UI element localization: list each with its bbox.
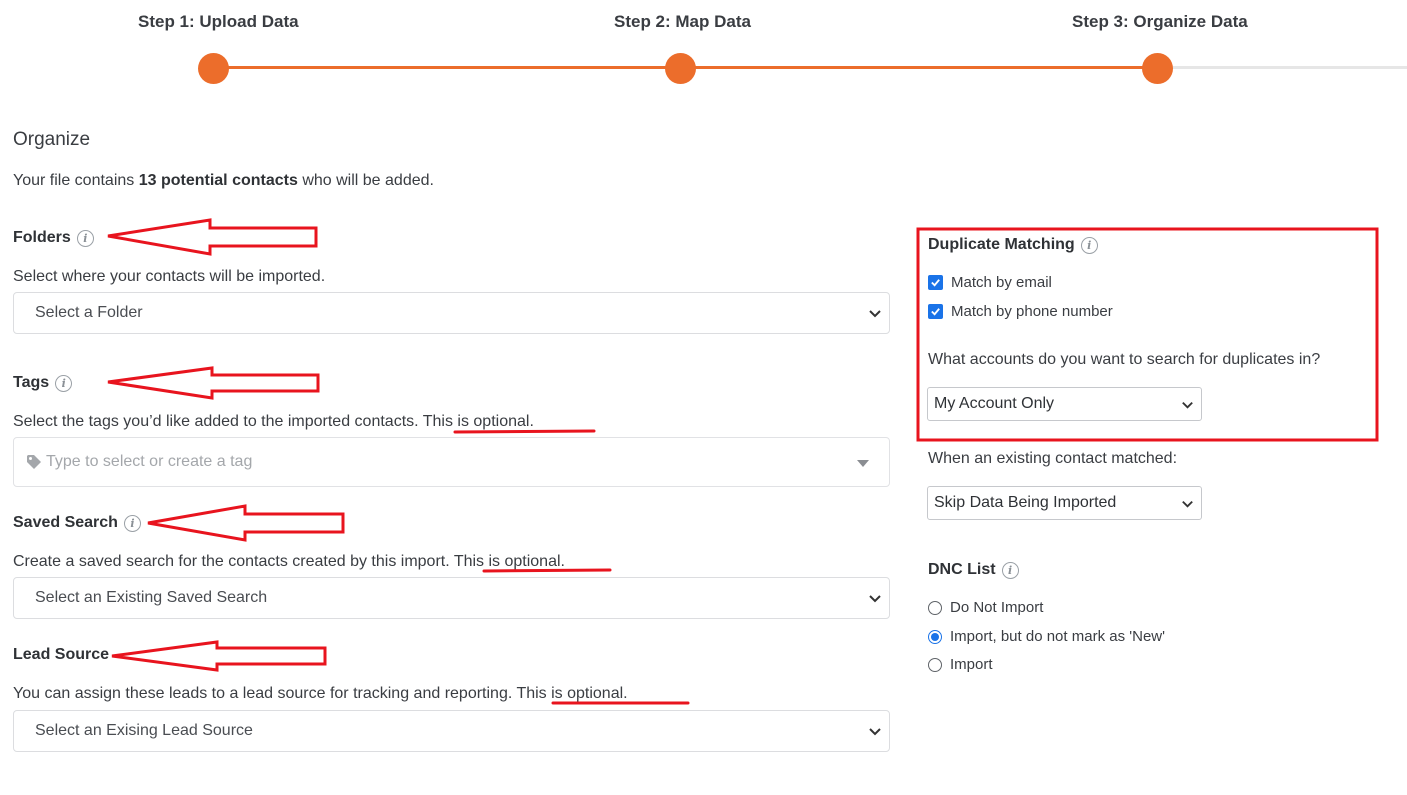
dnc-option-import-not-new[interactable]: Import, but do not mark as 'New' bbox=[928, 628, 1165, 645]
tag-icon bbox=[27, 455, 41, 469]
tags-description: Select the tags you’d like added to the … bbox=[13, 413, 534, 431]
chevron-down-icon bbox=[869, 728, 881, 736]
folder-select-value: Select a Folder bbox=[35, 304, 143, 321]
match-email-checkbox[interactable] bbox=[928, 275, 943, 290]
annotation-arrow-lead-source bbox=[111, 640, 327, 672]
saved-search-title-text: Saved Search bbox=[13, 514, 118, 531]
dnc-option-label: Import, but do not mark as 'New' bbox=[950, 628, 1165, 645]
match-email-option[interactable]: Match by email bbox=[928, 274, 1052, 291]
lead-source-title: Lead Source bbox=[13, 646, 109, 664]
step-2-dot[interactable] bbox=[665, 53, 696, 84]
checkmark-icon bbox=[931, 308, 940, 316]
match-phone-checkbox[interactable] bbox=[928, 304, 943, 319]
stepper-remaining-line bbox=[1158, 66, 1407, 69]
existing-contact-label: When an existing contact matched: bbox=[928, 450, 1178, 467]
chevron-down-icon bbox=[869, 310, 881, 318]
lead-source-optional-text: This is optional. bbox=[512, 685, 628, 702]
intro-suffix: who will be added. bbox=[297, 172, 434, 189]
dnc-radio-do-not-import[interactable] bbox=[928, 600, 942, 615]
dnc-list-title: DNC List i bbox=[928, 561, 1019, 579]
annotation-arrow-saved-search bbox=[147, 504, 345, 542]
existing-contact-select[interactable]: Skip Data Being Imported bbox=[927, 486, 1202, 520]
annotation-arrow-folders bbox=[107, 218, 318, 256]
step-3-label: Step 3: Organize Data bbox=[1072, 12, 1248, 31]
duplicate-matching-title-text: Duplicate Matching bbox=[928, 236, 1075, 253]
dnc-radio-import-not-new[interactable] bbox=[928, 629, 942, 644]
step-3-dot[interactable] bbox=[1142, 53, 1173, 84]
intro-count: 13 potential contacts bbox=[138, 172, 298, 189]
lead-source-select-value: Select an Exising Lead Source bbox=[35, 722, 253, 739]
dnc-option-label: Do Not Import bbox=[950, 599, 1044, 616]
chevron-down-icon bbox=[869, 595, 881, 603]
folders-description: Select where your contacts will be impor… bbox=[13, 268, 326, 285]
annotation-arrow-tags bbox=[107, 366, 320, 400]
dnc-option-do-not-import[interactable]: Do Not Import bbox=[928, 599, 1043, 616]
caret-down-icon bbox=[857, 460, 869, 467]
lead-source-title-text: Lead Source bbox=[13, 646, 110, 663]
saved-search-select[interactable]: Select an Existing Saved Search bbox=[13, 577, 890, 619]
step-1-dot[interactable] bbox=[198, 53, 229, 84]
folders-title: Folders i bbox=[13, 229, 94, 247]
lead-source-select[interactable]: Select an Exising Lead Source bbox=[13, 710, 890, 752]
match-phone-option[interactable]: Match by phone number bbox=[928, 303, 1113, 320]
chevron-down-icon bbox=[1182, 500, 1193, 508]
saved-search-optional-text: This is optional. bbox=[449, 553, 565, 570]
saved-search-description-text: Create a saved search for the contacts c… bbox=[13, 553, 450, 570]
tag-input[interactable]: Type to select or create a tag bbox=[13, 437, 890, 487]
tags-optional-text: This is optional. bbox=[418, 413, 534, 430]
duplicate-matching-title: Duplicate Matching i bbox=[928, 236, 1098, 254]
info-icon[interactable]: i bbox=[1080, 236, 1098, 254]
info-icon[interactable]: i bbox=[1001, 561, 1019, 579]
match-email-label: Match by email bbox=[951, 274, 1052, 291]
dnc-radio-import[interactable] bbox=[928, 657, 942, 672]
tags-title-text: Tags bbox=[13, 374, 50, 391]
dnc-option-label: Import bbox=[950, 656, 993, 673]
tags-description-text: Select the tags you’d like added to the … bbox=[13, 413, 419, 430]
step-2-label: Step 2: Map Data bbox=[614, 12, 751, 31]
saved-search-description: Create a saved search for the contacts c… bbox=[13, 553, 565, 571]
info-icon[interactable]: i bbox=[123, 514, 141, 532]
intro-text: Your file contains 13 potential contacts… bbox=[13, 172, 434, 190]
dnc-option-import[interactable]: Import bbox=[928, 656, 993, 673]
duplicate-accounts-select[interactable]: My Account Only bbox=[927, 387, 1202, 421]
match-phone-label: Match by phone number bbox=[951, 303, 1113, 320]
saved-search-title: Saved Search i bbox=[13, 514, 141, 532]
existing-contact-value: Skip Data Being Imported bbox=[934, 494, 1117, 511]
lead-source-description-text: You can assign these leads to a lead sou… bbox=[13, 685, 513, 702]
folder-select[interactable]: Select a Folder bbox=[13, 292, 890, 334]
info-icon[interactable]: i bbox=[76, 229, 94, 247]
chevron-down-icon bbox=[1182, 401, 1193, 409]
lead-source-description: You can assign these leads to a lead sou… bbox=[13, 685, 628, 703]
dnc-list-title-text: DNC List bbox=[928, 561, 996, 578]
saved-search-select-value: Select an Existing Saved Search bbox=[35, 589, 268, 606]
intro-prefix: Your file contains bbox=[13, 172, 139, 189]
folders-title-text: Folders bbox=[13, 229, 71, 246]
tags-title: Tags i bbox=[13, 374, 73, 392]
checkmark-icon bbox=[931, 279, 940, 287]
step-1-label: Step 1: Upload Data bbox=[138, 12, 299, 31]
duplicate-accounts-value: My Account Only bbox=[934, 395, 1055, 412]
duplicate-accounts-question: What accounts do you want to search for … bbox=[928, 351, 1321, 368]
info-icon[interactable]: i bbox=[55, 374, 73, 392]
annotation-underline-tags bbox=[453, 429, 596, 434]
page-title: Organize bbox=[13, 129, 91, 150]
tag-input-placeholder: Type to select or create a tag bbox=[46, 453, 253, 470]
